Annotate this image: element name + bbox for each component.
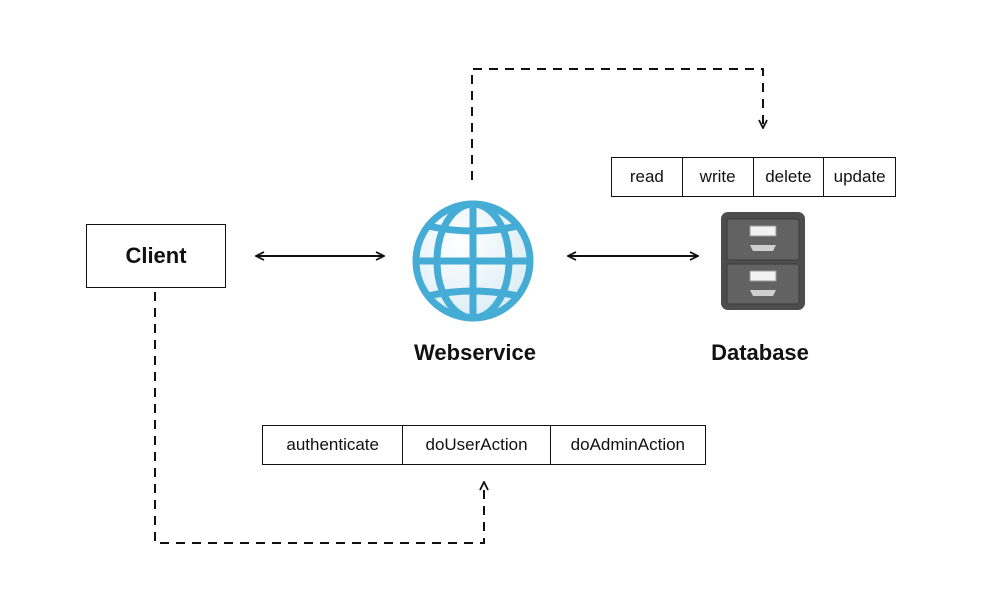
- client-to-ws-ops-dashed-arrow: [154, 292, 484, 544]
- db-op-delete: delete: [754, 158, 825, 196]
- db-op-write: write: [683, 158, 754, 196]
- client-node: Client: [86, 224, 226, 288]
- database-label: Database: [711, 340, 809, 365]
- db-op-update: update: [833, 167, 886, 186]
- webservice-operations-table: authenticate doUserAction doAdminAction: [262, 425, 706, 465]
- globe-icon: [412, 200, 534, 322]
- webservice-label: Webservice: [414, 340, 536, 365]
- file-cabinet-icon: [721, 212, 805, 310]
- database-operations-table: read write delete update: [611, 157, 896, 197]
- ws-op-authenticate: authenticate: [263, 426, 404, 464]
- ws-op-do-admin-action: doAdminAction: [570, 435, 685, 454]
- ws-op-do-user-action: doUserAction: [403, 426, 551, 464]
- client-label: Client: [125, 243, 187, 268]
- db-op-read: read: [612, 158, 683, 196]
